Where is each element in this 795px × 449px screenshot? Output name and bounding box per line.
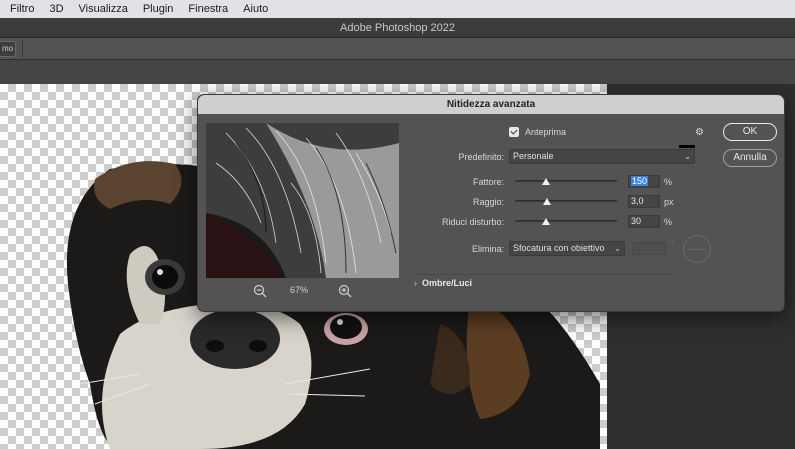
- options-mini-button[interactable]: mo: [0, 41, 16, 57]
- radius-slider[interactable]: [515, 196, 617, 206]
- preset-value: Personale: [513, 151, 554, 161]
- radius-unit: px: [664, 197, 674, 207]
- noise-unit: %: [664, 217, 673, 227]
- preset-label: Predefinito:: [458, 152, 504, 162]
- chevron-down-icon: ⌄: [614, 244, 621, 253]
- app-title-bar: Adobe Photoshop 2022: [0, 18, 795, 38]
- radius-input[interactable]: 3,0: [628, 195, 660, 208]
- angle-input: [632, 242, 666, 255]
- noise-slider-thumb[interactable]: [541, 218, 550, 225]
- preset-indicator: [679, 145, 695, 148]
- menu-plugin[interactable]: Plugin: [143, 3, 174, 15]
- menu-aiuto[interactable]: Aiuto: [243, 3, 268, 15]
- preset-select[interactable]: Personale ⌄: [509, 149, 695, 164]
- angle-unit: °: [671, 240, 675, 249]
- zoom-in-icon[interactable]: [337, 283, 353, 299]
- preview-checkbox-label: Anteprima: [525, 127, 567, 137]
- smart-sharpen-dialog: Nitidezza avanzata 67% Anteprima ⚙ Prede…: [197, 94, 785, 312]
- menu-finestra[interactable]: Finestra: [188, 3, 228, 15]
- menu-filtro[interactable]: Filtro: [10, 3, 34, 15]
- noise-slider[interactable]: [515, 216, 617, 226]
- ok-button[interactable]: OK: [723, 123, 777, 141]
- angle-dial: [683, 235, 711, 263]
- gear-icon[interactable]: ⚙: [695, 127, 704, 138]
- remove-label: Elimina:: [471, 244, 504, 254]
- app-title: Adobe Photoshop 2022: [340, 22, 455, 34]
- amount-unit: %: [664, 177, 673, 187]
- noise-label: Riduci disturbo:: [441, 217, 504, 227]
- photoshop-window: Filtro 3D Visualizza Plugin Finestra Aiu…: [0, 0, 795, 449]
- menu-3d[interactable]: 3D: [49, 3, 63, 15]
- shadows-label: Ombre/Luci: [422, 278, 473, 288]
- amount-label: Fattore:: [472, 177, 504, 187]
- remove-value: Sfocatura con obiettivo: [513, 243, 605, 253]
- chevron-right-icon: ›: [414, 278, 417, 288]
- dialog-title: Nitidezza avanzata: [198, 95, 784, 114]
- noise-slider-track: [515, 220, 617, 222]
- shadows-highlights-section[interactable]: › Ombre/Luci: [414, 278, 472, 288]
- options-separator: [22, 40, 23, 58]
- options-bar: mo: [0, 38, 795, 60]
- zoom-out-icon[interactable]: [252, 283, 268, 299]
- preview-image: [206, 123, 399, 278]
- zoom-controls: 67%: [206, 283, 399, 299]
- noise-input[interactable]: 30: [628, 215, 660, 228]
- menu-bar: Filtro 3D Visualizza Plugin Finestra Aiu…: [0, 0, 795, 18]
- amount-slider-track: [515, 180, 617, 182]
- section-divider: [414, 274, 674, 275]
- amount-slider-thumb[interactable]: [541, 178, 550, 185]
- preview-checkbox[interactable]: [509, 127, 519, 137]
- preview-pane[interactable]: [206, 123, 399, 278]
- chevron-down-icon: ⌄: [684, 152, 691, 161]
- menu-visualizza[interactable]: Visualizza: [79, 3, 128, 15]
- radius-label: Raggio:: [472, 197, 504, 207]
- remove-select[interactable]: Sfocatura con obiettivo ⌄: [509, 241, 625, 256]
- zoom-value: 67%: [290, 285, 309, 295]
- amount-slider[interactable]: [515, 176, 617, 186]
- cancel-button[interactable]: Annulla: [723, 149, 777, 167]
- radius-slider-thumb[interactable]: [542, 198, 551, 205]
- amount-input[interactable]: 150: [628, 175, 660, 188]
- radius-slider-track: [515, 200, 617, 202]
